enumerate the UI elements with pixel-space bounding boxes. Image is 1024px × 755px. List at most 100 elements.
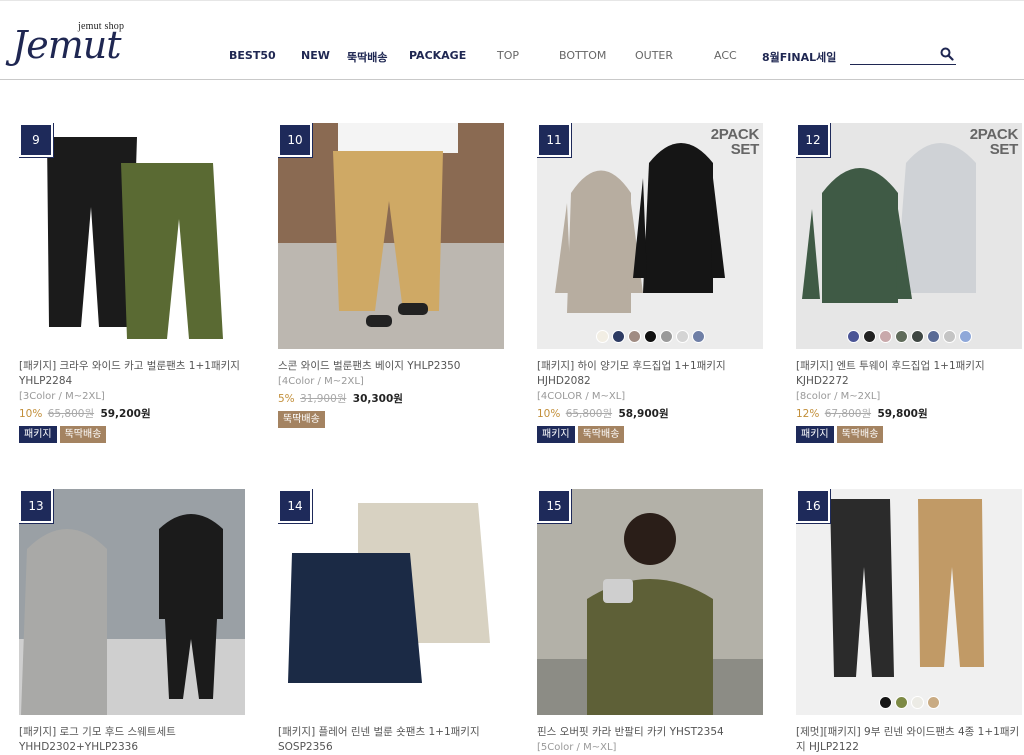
original-price: 65,800원 [565,408,613,420]
rank-badge: 9 [19,123,54,158]
product-card[interactable]: 15 핀스 오버핏 카라 반팔티 카키 YHST2354 [5Color / M… [537,489,763,753]
color-swatches [796,696,1022,709]
discount-rate: 5% [278,393,295,405]
sale-price: 58,900원 [618,408,669,420]
original-price: 65,800원 [47,408,95,420]
search-icon[interactable] [940,47,954,61]
product-image[interactable]: 10 [278,123,504,349]
discount-rate: 10% [19,408,43,420]
package-tag[interactable]: 패키지 [796,426,834,443]
nav-fast-delivery[interactable]: 뚝딱배송 [347,49,387,65]
product-name[interactable]: [패키지] 로그 기모 후드 스웨트세트 YHHD2302+YHLP2336 [19,725,245,755]
pack-set-badge: 2PACK SET [710,126,760,158]
product-name[interactable]: [제멋][패키지] 9부 린넨 와이드팬츠 4종 1+1패키지 HJLP2122 [796,725,1022,755]
product-image[interactable]: 12 2PACK SET [796,123,1022,349]
product-image[interactable]: 15 [537,489,763,715]
product-card[interactable]: 16 [제멋][패키지] 9부 린넨 와이드팬츠 4종 1+1패키지 HJLP2… [796,489,1022,755]
product-card[interactable]: 12 2PACK SET [패키지] 엔트 투웨이 후드집업 1+1패키지 KJH… [796,123,1022,443]
nav-bottom[interactable]: BOTTOM [559,49,606,62]
color-swatches [796,330,1022,343]
pack-set-badge-line: SET [989,141,1019,158]
color-swatch[interactable] [894,696,908,709]
product-image[interactable]: 9 [19,123,245,349]
nav-acc[interactable]: ACC [714,49,737,62]
product-options: [5Color / M~XL] [537,742,617,753]
sale-price: 59,200원 [100,408,151,420]
color-swatch[interactable] [659,330,673,343]
color-swatch[interactable] [675,330,689,343]
color-swatch[interactable] [691,330,705,343]
product-options: [4Color / M~2XL] [278,376,364,387]
product-price: 5% 31,900원 30,300원 [278,391,504,406]
original-price: 67,800원 [824,408,872,420]
rank-badge: 16 [796,489,831,524]
color-swatch[interactable] [643,330,657,343]
search-input[interactable] [850,45,934,63]
color-swatch[interactable] [846,330,860,343]
color-swatch[interactable] [926,696,940,709]
fast-delivery-tag[interactable]: 뚝딱배송 [577,426,625,443]
fast-delivery-tag[interactable]: 뚝딱배송 [278,411,325,428]
color-swatch[interactable] [958,330,972,343]
product-options: [3Color / M~2XL] [19,391,105,402]
original-price: 31,900원 [300,393,347,405]
nav-new[interactable]: NEW [301,49,330,62]
nav-outer[interactable]: OUTER [635,49,673,62]
nav-package[interactable]: PACKAGE [409,49,466,62]
product-card[interactable]: 14 [패키지] 플레어 린넨 벌룬 숏팬츠 1+1패키지 SOSP2356 [278,489,504,755]
product-name[interactable]: 핀스 오버핏 카라 반팔티 카키 YHST2354 [537,725,763,740]
fast-delivery-tag[interactable]: 뚝딱배송 [836,426,884,443]
rank-badge: 13 [19,489,54,524]
discount-rate: 10% [537,408,561,420]
rank-badge: 12 [796,123,831,158]
pack-set-badge: 2PACK SET [969,126,1019,158]
product-card[interactable]: 11 2PACK SET [패키지] 하이 양기모 후드집업 1+1패키지 HJH… [537,123,763,443]
nav-august-final-sale[interactable]: 8월FINAL세일 [762,49,836,65]
sale-price: 59,800원 [877,408,928,420]
color-swatch[interactable] [894,330,908,343]
pack-set-badge-line: SET [730,141,760,158]
color-swatch[interactable] [878,330,892,343]
color-swatch[interactable] [611,330,625,343]
product-name[interactable]: [패키지] 하이 양기모 후드집업 1+1패키지 HJHD2082 [537,359,763,389]
product-card[interactable]: 10 스콘 와이드 벌룬팬츠 베이지 YHLP2350 [4Color / M~… [278,123,504,428]
color-swatch[interactable] [910,330,924,343]
rank-badge: 11 [537,123,572,158]
search-box [850,45,956,65]
pack-set-badge-line: 2PACK [710,126,760,143]
rank-badge: 15 [537,489,572,524]
product-price: 10% 65,800원 59,200원 [19,406,245,421]
nav-top[interactable]: TOP [497,49,519,62]
product-name[interactable]: 스콘 와이드 벌룬팬츠 베이지 YHLP2350 [278,359,504,374]
color-swatch[interactable] [595,330,609,343]
product-tags: 패키지 뚝딱배송 [19,426,245,443]
product-image[interactable]: 11 2PACK SET [537,123,763,349]
color-swatch[interactable] [862,330,876,343]
discount-rate: 12% [796,408,820,420]
product-name[interactable]: [패키지] 크라우 와이드 카고 벌룬팬츠 1+1패키지 YHLP2284 [19,359,245,389]
rank-badge: 14 [278,489,313,524]
color-swatch[interactable] [627,330,641,343]
product-name[interactable]: [패키지] 플레어 린넨 벌룬 숏팬츠 1+1패키지 SOSP2356 [278,725,504,755]
product-tags: 뚝딱배송 [278,411,504,428]
product-card[interactable]: 9 [패키지] 크라우 와이드 카고 벌룬팬츠 1+1패키지 YHLP2284 … [19,123,245,443]
color-swatches [537,330,763,343]
nav-best50[interactable]: BEST50 [229,49,276,62]
site-header: jemut shop Jemut BEST50 NEW 뚝딱배송 PACKAGE… [0,0,1024,80]
package-tag[interactable]: 패키지 [537,426,575,443]
product-price: 10% 65,800원 58,900원 [537,406,763,421]
color-swatch[interactable] [910,696,924,709]
package-tag[interactable]: 패키지 [19,426,57,443]
product-image[interactable]: 14 [278,489,504,715]
color-swatch[interactable] [942,330,956,343]
sale-price: 30,300원 [352,393,403,405]
product-name[interactable]: [패키지] 엔트 투웨이 후드집업 1+1패키지 KJHD2272 [796,359,1022,389]
pack-set-badge-line: 2PACK [969,126,1019,143]
color-swatch[interactable] [878,696,892,709]
color-swatch[interactable] [926,330,940,343]
product-price: 12% 67,800원 59,800원 [796,406,1022,421]
product-image[interactable]: 16 [796,489,1022,715]
product-image[interactable]: 13 [19,489,245,715]
product-card[interactable]: 13 [패키지] 로그 기모 후드 스웨트세트 YHHD2302+YHLP233… [19,489,245,755]
fast-delivery-tag[interactable]: 뚝딱배송 [59,426,107,443]
